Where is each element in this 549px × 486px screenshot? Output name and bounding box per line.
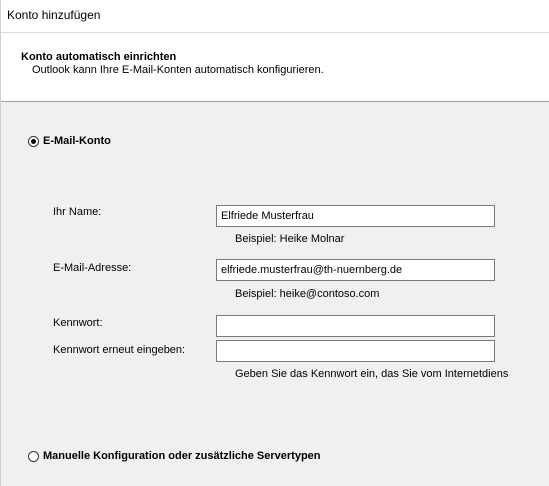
email-hint: Beispiel: heike@contoso.com <box>235 288 380 300</box>
password-confirm-label: Kennwort erneut eingeben: <box>53 344 186 356</box>
title-bar: Konto hinzufügen <box>1 0 549 32</box>
password-confirm-input[interactable] <box>216 340 495 362</box>
name-label: Ihr Name: <box>53 206 102 218</box>
window-title: Konto hinzufügen <box>7 8 101 22</box>
manual-config-radio[interactable] <box>28 450 39 462</box>
password-input[interactable] <box>216 315 495 337</box>
email-account-option[interactable]: E-Mail-Konto <box>28 135 111 147</box>
password-hint: Geben Sie das Kennwort ein, das Sie vom … <box>235 368 509 380</box>
password-label: Kennwort: <box>53 317 103 329</box>
name-hint: Beispiel: Heike Molnar <box>235 233 345 245</box>
manual-config-label: Manuelle Konfiguration oder zusätzliche … <box>43 450 321 462</box>
header-title: Konto automatisch einrichten <box>21 51 177 63</box>
dialog-content: E-Mail-Konto Ihr Name: Beispiel: Heike M… <box>1 102 549 486</box>
manual-config-option[interactable]: Manuelle Konfiguration oder zusätzliche … <box>28 450 321 462</box>
email-input[interactable] <box>216 259 495 281</box>
name-input[interactable] <box>216 205 495 227</box>
add-account-dialog: Konto hinzufügen Konto automatisch einri… <box>0 0 549 486</box>
email-label: E-Mail-Adresse: <box>53 262 132 274</box>
email-account-label: E-Mail-Konto <box>43 135 111 147</box>
dialog-header: Konto automatisch einrichten Outlook kan… <box>1 32 549 102</box>
email-account-radio[interactable] <box>28 135 39 147</box>
header-subtitle: Outlook kann Ihre E-Mail-Konten automati… <box>32 64 324 76</box>
